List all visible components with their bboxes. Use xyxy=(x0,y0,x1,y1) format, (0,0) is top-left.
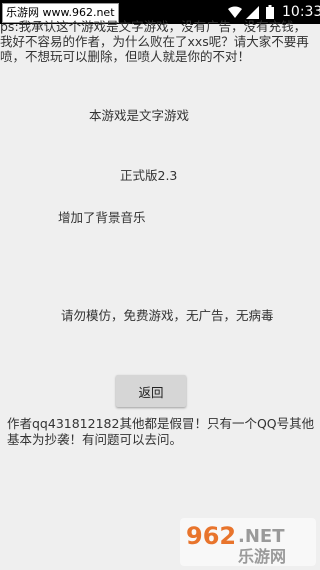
wifi-icon xyxy=(228,6,242,18)
author-note: 作者qq431812182其他都是假冒！只有一个QQ号其他基本为抄袭！有问题可以… xyxy=(7,416,315,447)
game-description: 本游戏是文字游戏 xyxy=(89,108,190,123)
disclaimer-text: ps:我承认这个游戏是文字游戏，没有广告，没有充钱，我好不容易的作者，为什么败在… xyxy=(0,19,309,64)
site-logo-watermark: 962 .NET 乐游网 xyxy=(180,518,316,566)
signal-icon xyxy=(246,6,259,19)
warning-text: 请勿模仿，免费游戏，无广告，无病毒 xyxy=(61,308,274,323)
back-button[interactable]: 返回 xyxy=(116,375,186,407)
logo-number: 962 xyxy=(186,522,236,550)
battery-icon xyxy=(266,5,274,19)
status-time: 10:33 xyxy=(282,4,320,20)
version-label: 正式版2.3 xyxy=(120,168,178,183)
logo-suffix: .NET xyxy=(238,526,285,547)
logo-name: 乐游网 xyxy=(238,547,286,566)
update-note: 增加了背景音乐 xyxy=(58,210,146,225)
